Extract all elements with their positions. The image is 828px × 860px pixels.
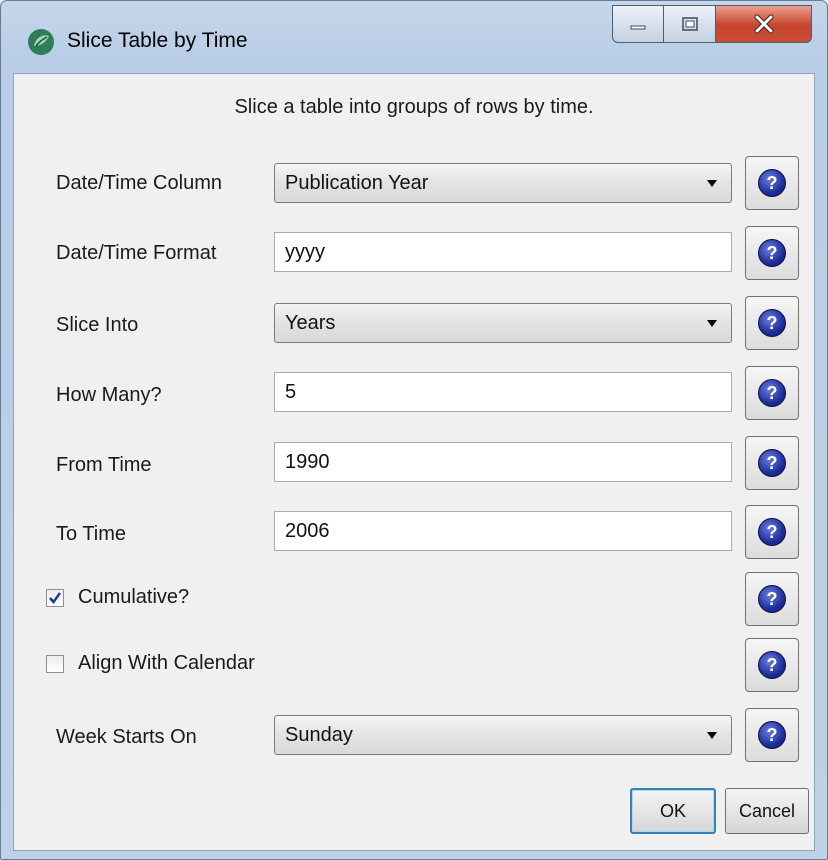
dialog-window: Slice Table by Time Slice a table into g… <box>0 0 828 860</box>
help-question-icon: ? <box>758 721 786 749</box>
cumulative-checkbox[interactable] <box>46 588 64 607</box>
datetime-column-select[interactable]: Publication Year <box>274 163 732 203</box>
help-question-icon: ? <box>758 518 786 546</box>
chevron-down-icon <box>707 319 717 327</box>
slice-into-value: Years <box>285 311 336 334</box>
help-question-icon: ? <box>758 239 786 267</box>
how-many-input[interactable]: 5 <box>274 372 732 412</box>
cumulative-checkbox-row[interactable]: Cumulative? <box>46 586 189 609</box>
help-button-to-time[interactable]: ? <box>745 505 799 559</box>
datetime-column-label: Date/Time Column <box>56 172 222 194</box>
how-many-label: How Many? <box>56 384 162 406</box>
week-starts-on-label: Week Starts On <box>56 726 197 748</box>
help-question-icon: ? <box>758 651 786 679</box>
cancel-button[interactable]: Cancel <box>725 788 809 834</box>
help-button-align-calendar[interactable]: ? <box>745 638 799 692</box>
align-calendar-checkbox-row[interactable]: Align With Calendar <box>46 652 255 675</box>
close-icon <box>754 14 773 34</box>
align-calendar-label: Align With Calendar <box>78 652 255 674</box>
slice-into-select[interactable]: Years <box>274 303 732 343</box>
align-calendar-checkbox[interactable] <box>46 654 64 673</box>
datetime-format-label: Date/Time Format <box>56 242 217 264</box>
checkmark-icon <box>49 591 62 604</box>
ok-button[interactable]: OK <box>630 788 716 834</box>
chevron-down-icon <box>707 179 717 187</box>
help-button-datetime-column[interactable]: ? <box>745 156 799 210</box>
to-time-input[interactable]: 2006 <box>274 511 732 551</box>
minimize-icon <box>630 25 646 30</box>
maximize-icon <box>681 17 698 31</box>
sci2-leaf-icon <box>28 29 54 55</box>
chevron-down-icon <box>707 731 717 739</box>
slice-into-label: Slice Into <box>56 314 139 336</box>
close-button[interactable] <box>716 5 812 43</box>
cumulative-label: Cumulative? <box>78 586 190 608</box>
dialog-description: Slice a table into groups of rows by tim… <box>234 96 594 118</box>
help-question-icon: ? <box>758 449 786 477</box>
help-question-icon: ? <box>758 379 786 407</box>
week-starts-on-select[interactable]: Sunday <box>274 715 732 755</box>
title-bar[interactable]: Slice Table by Time <box>1 1 827 73</box>
to-time-label: To Time <box>56 523 127 545</box>
help-button-slice-into[interactable]: ? <box>745 296 799 350</box>
window-title: Slice Table by Time <box>67 29 248 52</box>
help-button-cumulative[interactable]: ? <box>745 572 799 626</box>
maximize-button[interactable] <box>664 5 716 43</box>
help-button-datetime-format[interactable]: ? <box>745 226 799 280</box>
minimize-button[interactable] <box>612 5 664 43</box>
help-question-icon: ? <box>758 169 786 197</box>
from-time-input[interactable]: 1990 <box>274 442 732 482</box>
help-button-from-time[interactable]: ? <box>745 436 799 490</box>
dialog-content: Slice a table into groups of rows by tim… <box>13 73 815 851</box>
datetime-format-input[interactable]: yyyy <box>274 232 732 272</box>
help-question-icon: ? <box>758 309 786 337</box>
help-question-icon: ? <box>758 585 786 613</box>
help-button-week-starts-on[interactable]: ? <box>745 708 799 762</box>
help-button-how-many[interactable]: ? <box>745 366 799 420</box>
datetime-column-value: Publication Year <box>285 171 429 194</box>
week-starts-on-value: Sunday <box>285 723 353 746</box>
caption-buttons <box>612 5 812 45</box>
from-time-label: From Time <box>56 454 152 476</box>
